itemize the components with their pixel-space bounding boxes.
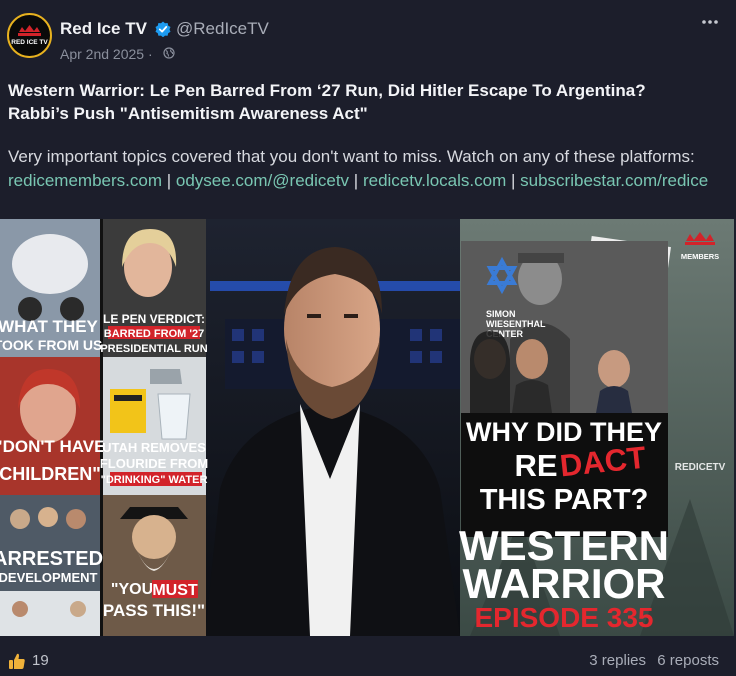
avatar-text: RED ICE TV — [11, 39, 48, 46]
tile-2-line-2: BARRED FROM '27 — [104, 328, 204, 340]
watermark-text: REDICETV — [675, 462, 726, 473]
replies-count[interactable]: 3 replies — [589, 652, 646, 669]
tile-4-line-1: UTAH REMOVES — [102, 440, 206, 455]
why-line-2a: RE — [514, 448, 557, 483]
tile-6-line-1b: MUST — [152, 582, 198, 599]
tile-5-line-2: DEVELOPMENT — [0, 570, 98, 585]
globe-icon — [163, 47, 175, 59]
wiesenthal-label-2: WIESENTHAL — [486, 319, 546, 329]
thumbnail-image: .cap { font-family:"Liberation Sans", sa… — [0, 219, 734, 636]
tile-2-line-3: PRESIDENTIAL RUN — [100, 343, 207, 355]
thumbs-up-icon — [9, 653, 25, 669]
reposts-count[interactable]: 6 reposts — [657, 652, 719, 669]
tile-1-line-1: WHAT THEY — [0, 317, 99, 336]
post-card: RED ICE TV Red Ice TV @RedIceTV Apr 2nd … — [0, 0, 736, 676]
post-title-line-1: Western Warrior: Le Pen Barred From ‘27 … — [8, 81, 646, 100]
link-redicemembers[interactable]: redicemembers.com — [8, 171, 162, 190]
tile-3-line-2: CHILDREN" — [0, 464, 101, 484]
like-count: 19 — [32, 652, 49, 669]
tile-4-line-2: FLOURIDE FROM — [100, 456, 208, 471]
post-title-line-2: Rabbi’s Push "Antisemitism Awareness Act… — [8, 104, 368, 123]
link-subscribestar[interactable]: subscribestar.com/redice — [520, 171, 708, 190]
more-options-icon[interactable] — [699, 16, 721, 28]
why-line-3: THIS PART? — [480, 484, 649, 516]
post-body: Very important topics covered that you d… — [8, 145, 728, 192]
verified-badge-icon — [155, 21, 171, 37]
tile-1-line-2: TOOK FROM US — [0, 337, 102, 353]
link-locals[interactable]: redicetv.locals.com — [363, 171, 506, 190]
link-separator: | — [353, 170, 359, 190]
tile-6-line-2: PASS THIS!" — [103, 601, 205, 620]
members-label: MEMBERS — [681, 252, 719, 261]
post-title: Western Warrior: Le Pen Barred From ‘27 … — [8, 79, 728, 125]
avatar[interactable]: RED ICE TV — [7, 13, 52, 58]
show-title-2: WARRIOR — [463, 560, 666, 607]
post-date[interactable]: Apr 2nd 2025 · — [60, 46, 153, 62]
link-separator: | — [510, 170, 516, 190]
link-odysee[interactable]: odysee.com/@redicetv — [176, 171, 349, 190]
link-separator: | — [166, 170, 172, 190]
wiesenthal-label-1: SIMON — [486, 309, 516, 319]
tile-4-line-3: "DRINKING" WATER — [101, 474, 208, 486]
red-ice-logo-icon: RED ICE TV — [9, 15, 50, 56]
author-name[interactable]: Red Ice TV — [60, 19, 147, 39]
episode-label: EPISODE 335 — [475, 602, 654, 633]
tile-5-line-1: ARRESTED — [0, 548, 103, 570]
author-handle[interactable]: @RedIceTV — [176, 19, 269, 39]
tile-3-line-1: "DON'T HAVE — [0, 437, 105, 456]
post-body-text: Very important topics covered that you d… — [8, 147, 695, 166]
tile-6-line-1a: "YOU — [111, 581, 153, 598]
tile-2-line-1: LE PEN VERDICT: — [103, 312, 205, 326]
video-thumbnail[interactable]: .cap { font-family:"Liberation Sans", sa… — [0, 219, 734, 636]
